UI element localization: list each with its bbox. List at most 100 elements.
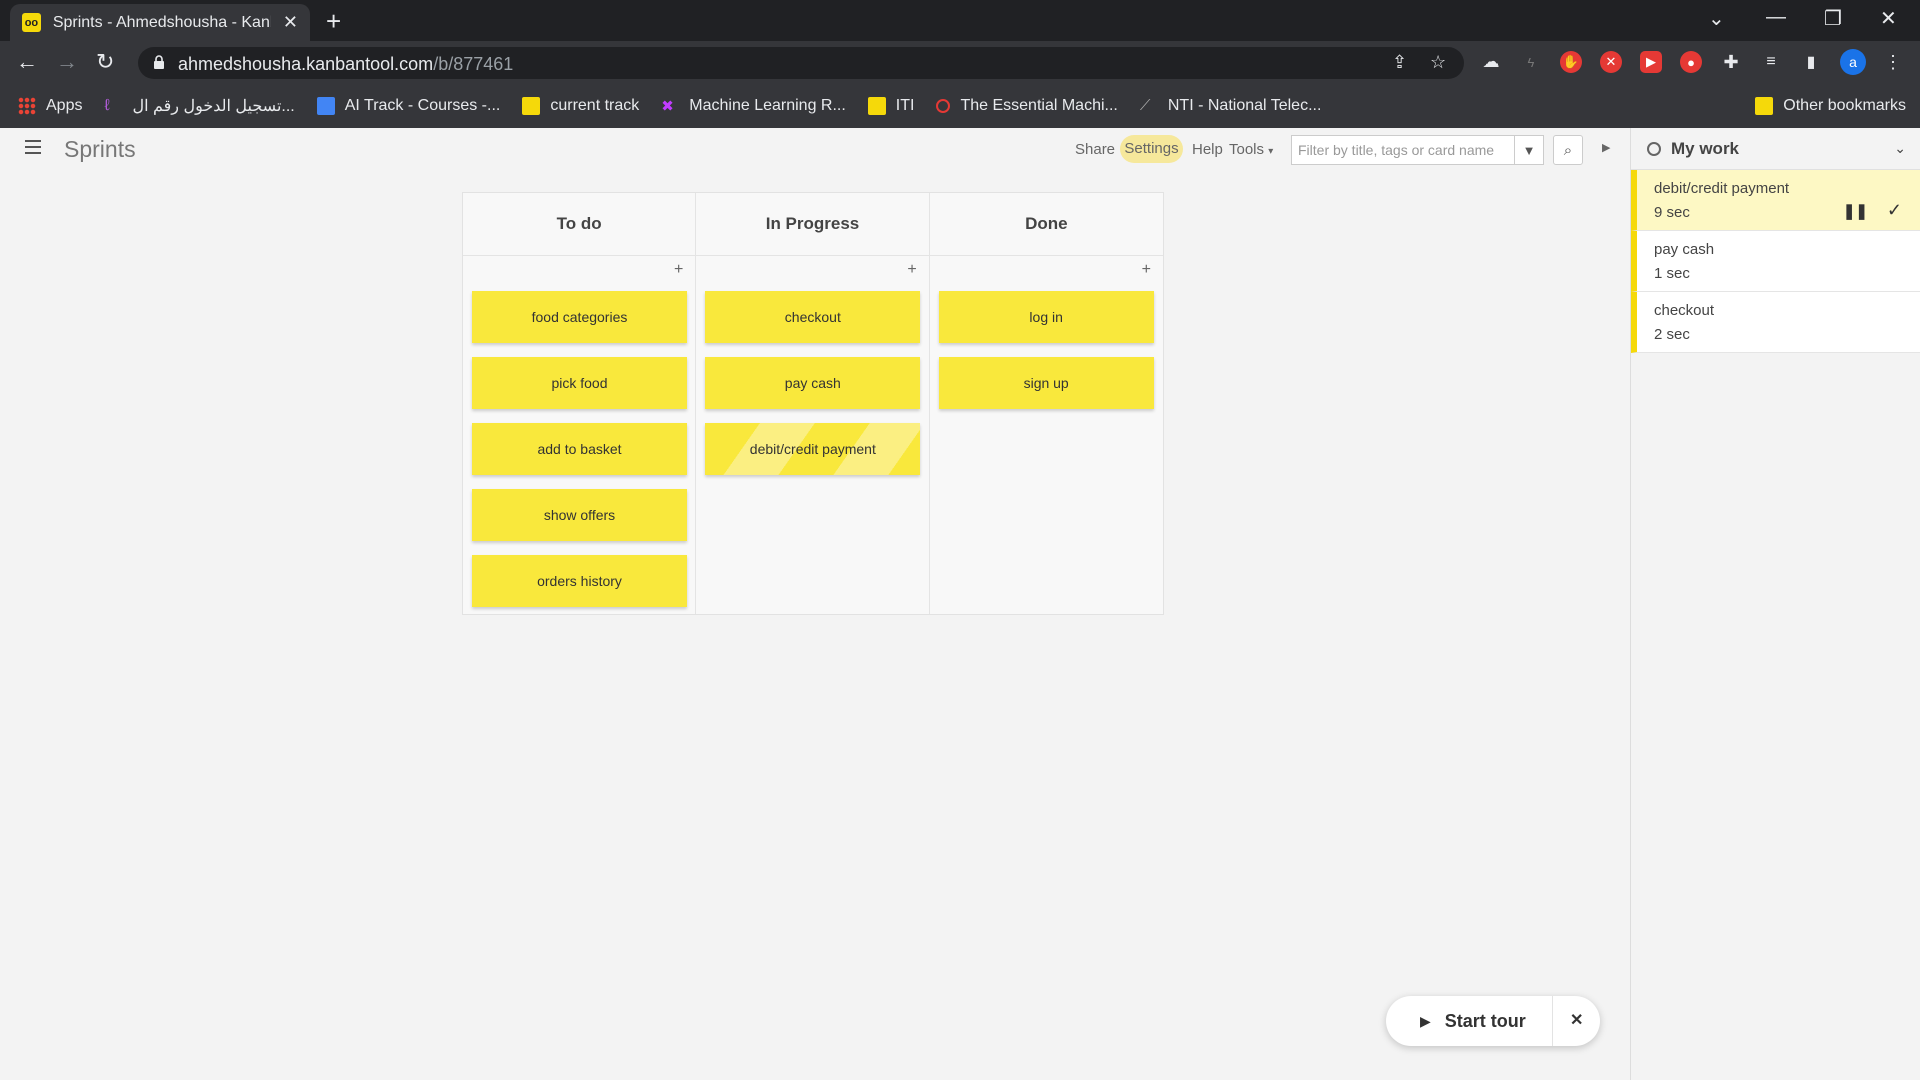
extension-block-icon[interactable]: ✕	[1600, 51, 1622, 73]
url-text: ahmedshousha.kanbantool.com/b/877461	[178, 54, 514, 74]
side-panel-icon[interactable]: ▮	[1800, 51, 1822, 73]
back-button[interactable]: ←	[16, 49, 38, 75]
my-work-header[interactable]: My work ⌄	[1631, 128, 1920, 170]
add-card-icon[interactable]: +	[1142, 261, 1151, 279]
kanbantool-favicon-icon: oo	[22, 13, 41, 32]
play-icon[interactable]: ▶	[1420, 1013, 1431, 1030]
filter-funnel-icon[interactable]: ▼	[1514, 135, 1544, 165]
reload-button[interactable]: ↻	[96, 49, 114, 75]
card[interactable]: pick food	[472, 357, 687, 409]
browser-toolbar: ← → ↻ ahmedshousha.kanbantool.com/b/8774…	[0, 41, 1920, 84]
work-item[interactable]: pay cash 1 sec	[1631, 231, 1920, 292]
browser-tab[interactable]: oo Sprints - Ahmedshousha - Kanba ✕	[10, 4, 310, 41]
bookmark-machine-learning[interactable]: ✖ Machine Learning R...	[661, 97, 846, 115]
forward-button[interactable]: →	[56, 49, 78, 75]
address-bar[interactable]: ahmedshousha.kanbantool.com/b/877461 ⇪ ☆	[138, 47, 1464, 79]
kanban-app: Sprints Share Settings Help Tools ▾ ▼ ⌕ …	[0, 128, 1920, 1080]
bookmarks-bar: Apps ℓ تسجيل الدخول رقم ال... AI Track -…	[0, 84, 1920, 128]
search-icon[interactable]: ⌕	[1553, 135, 1583, 165]
doc-icon	[316, 97, 335, 115]
column-in-progress: In Progress + checkout pay cash debit/cr…	[696, 193, 930, 614]
share-link[interactable]: Share	[1075, 141, 1115, 158]
card-active-timer[interactable]: debit/credit payment	[705, 423, 921, 475]
lock-icon	[154, 55, 164, 69]
my-work-title: My work	[1671, 138, 1740, 158]
card[interactable]: sign up	[938, 357, 1154, 409]
card[interactable]: orders history	[472, 555, 687, 607]
folder-icon	[867, 97, 886, 115]
chevron-down-icon[interactable]: ⌄	[1894, 140, 1906, 157]
tab-search-icon[interactable]: ⌄	[1708, 6, 1725, 31]
card[interactable]: show offers	[472, 489, 687, 541]
share-page-icon[interactable]: ⇪	[1392, 52, 1407, 73]
profile-avatar[interactable]: a	[1840, 49, 1866, 75]
work-item[interactable]: checkout 2 sec	[1631, 292, 1920, 353]
restore-button[interactable]: ❐	[1824, 6, 1842, 31]
settings-link[interactable]: Settings	[1120, 135, 1183, 163]
work-item-time: 2 sec	[1654, 326, 1690, 343]
card[interactable]: add to basket	[472, 423, 687, 475]
new-tab-button[interactable]: +	[326, 6, 341, 37]
bookmark-arabic-login[interactable]: ℓ تسجيل الدخول رقم ال...	[104, 96, 294, 116]
caret-down-icon: ▾	[1268, 146, 1274, 157]
check-icon[interactable]: ✓	[1887, 200, 1902, 221]
card[interactable]: pay cash	[705, 357, 921, 409]
sidebar-toggle-icon[interactable]: ▶	[1602, 141, 1610, 154]
bookmark-logo-icon: ℓ	[104, 97, 110, 114]
minimize-button[interactable]: —	[1766, 6, 1786, 29]
nti-icon: ⟋	[1139, 97, 1151, 114]
tab-title: Sprints - Ahmedshousha - Kanba	[52, 13, 271, 31]
column-done: Done + log in sign up	[929, 193, 1163, 614]
card[interactable]: log in	[938, 291, 1154, 343]
pause-icon[interactable]: ❚❚	[1843, 202, 1868, 220]
work-item-name: checkout	[1654, 302, 1715, 319]
bookmark-star-icon[interactable]: ☆	[1430, 52, 1446, 73]
work-item-time: 9 sec	[1654, 204, 1690, 221]
ml-icon: ✖	[661, 98, 674, 115]
menu-hamburger-icon[interactable]	[25, 140, 41, 154]
bookmark-ai-track[interactable]: AI Track - Courses -...	[316, 97, 500, 115]
add-card-icon[interactable]: +	[674, 261, 683, 279]
tools-menu[interactable]: Tools ▾	[1229, 141, 1273, 158]
bookmark-iti[interactable]: ITI	[867, 97, 914, 115]
extension-bolt-icon[interactable]: ϟ	[1520, 51, 1542, 73]
column-title: In Progress	[696, 193, 929, 256]
help-link[interactable]: Help	[1192, 141, 1223, 158]
browser-menu-icon[interactable]: ⋮	[1882, 51, 1904, 73]
bookmark-essential-machine[interactable]: The Essential Machi...	[936, 97, 1118, 115]
bookmark-apps[interactable]: Apps	[18, 97, 82, 115]
browser-tab-bar: oo Sprints - Ahmedshousha - Kanba ✕ + ⌄ …	[0, 0, 1920, 41]
close-icon[interactable]: ✕	[1570, 1010, 1583, 1030]
kanban-board: To do + food categories pick food add to…	[462, 192, 1164, 615]
extension-record-icon[interactable]: ●	[1680, 51, 1702, 73]
my-work-panel: My work ⌄ debit/credit payment 9 sec ❚❚ …	[1630, 128, 1920, 1080]
apps-grid-icon	[18, 97, 36, 115]
media-queue-icon[interactable]: ≡	[1760, 51, 1782, 73]
work-item-name: debit/credit payment	[1654, 180, 1790, 197]
column-title: To do	[463, 193, 696, 256]
ring-icon	[936, 99, 951, 113]
folder-icon	[522, 97, 541, 115]
start-tour-widget: ▶ Start tour ✕	[1386, 996, 1600, 1046]
extension-cloud-icon[interactable]: ☁	[1480, 51, 1502, 73]
bookmark-nti[interactable]: ⟋ NTI - National Telec...	[1140, 97, 1322, 115]
board-header: Sprints Share Settings Help Tools ▾ ▼ ⌕ …	[0, 128, 1630, 170]
add-card-icon[interactable]: +	[907, 261, 916, 279]
card[interactable]: food categories	[472, 291, 687, 343]
work-item-time: 1 sec	[1654, 265, 1690, 282]
card[interactable]: checkout	[705, 291, 921, 343]
start-tour-button[interactable]: Start tour	[1445, 1011, 1526, 1032]
work-item-name: pay cash	[1654, 241, 1715, 258]
divider	[1552, 996, 1553, 1046]
bookmark-current-track[interactable]: current track	[522, 97, 639, 115]
tab-close-icon[interactable]: ✕	[283, 12, 298, 33]
extension-video-icon[interactable]: ▶	[1640, 51, 1662, 73]
work-item[interactable]: debit/credit payment 9 sec ❚❚ ✓	[1631, 170, 1920, 231]
clock-icon	[1647, 141, 1661, 156]
column-title: Done	[929, 193, 1163, 256]
extensions-puzzle-icon[interactable]: ✚	[1720, 51, 1742, 73]
other-bookmarks[interactable]: Other bookmarks	[1755, 97, 1906, 115]
close-window-button[interactable]: ✕	[1880, 6, 1897, 31]
filter-input[interactable]	[1291, 135, 1515, 165]
extension-hand-icon[interactable]: ✋	[1560, 51, 1582, 73]
